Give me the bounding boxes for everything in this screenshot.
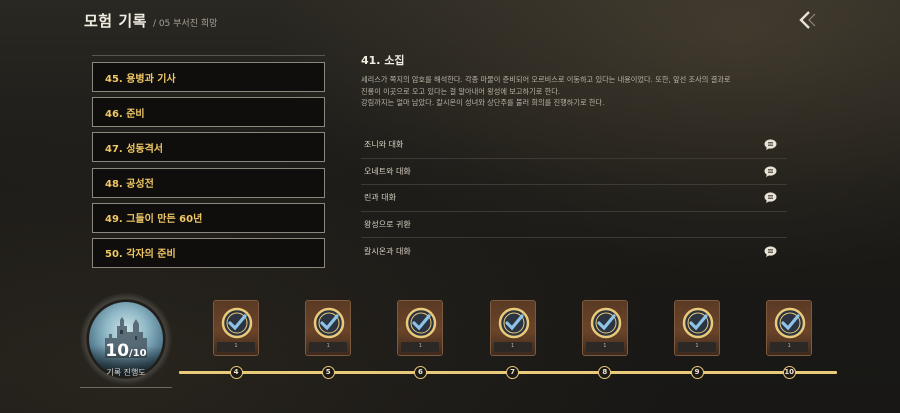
quest-item[interactable]: 조니와 대화 [361, 132, 787, 159]
chapter-label: 49. 그들이 만든 60년 [105, 214, 203, 226]
chapter-item[interactable]: 50. 각자의 준비 [92, 237, 325, 268]
checkmark-badge-icon [590, 307, 622, 339]
card-caption-bar: 1 [770, 342, 809, 352]
checkmark-badge-icon [498, 307, 529, 339]
milestone-card[interactable]: 1 [397, 300, 444, 356]
checkmark-badge-icon [221, 307, 253, 339]
quest-item[interactable]: 린과 대화 [361, 185, 787, 212]
progress-current: 10 [105, 341, 130, 361]
card-caption-bar: 1 [217, 342, 255, 352]
checkmark-badge-icon [774, 307, 806, 339]
quest-item[interactable]: 오네트와 대화 [361, 159, 787, 185]
card-caption-bar: 1 [493, 342, 532, 352]
description-line: 강림까지는 얼마 남았다. 칼시온이 성녀와 상단주를 불러 회의를 진행하기로… [361, 98, 605, 107]
card-caption: 1 [418, 343, 422, 349]
checkmark-badge-icon [682, 307, 714, 339]
page-title: 모험 기록 [84, 12, 147, 30]
chapter-item[interactable]: 47. 성동격서 [92, 132, 325, 163]
timeline-node[interactable]: 10 [782, 366, 796, 379]
chapter-item[interactable]: 45. 용병과 기사 [92, 62, 325, 92]
header: 모험 기록 / 05 부서진 희망 [84, 10, 217, 31]
detail-description: 세리스가 쪽지의 암호를 해석한다. 각종 마물이 준비되어 오르비스로 이동하… [361, 74, 791, 109]
chat-bubble-icon[interactable] [764, 139, 777, 151]
quest-item[interactable]: 칼시온과 대화 [361, 238, 787, 265]
chapter-item[interactable]: 48. 공성전 [92, 167, 325, 198]
checkmark-badge-icon [406, 307, 437, 339]
milestone-card[interactable]: 1 [489, 300, 536, 356]
chapter-item[interactable]: 49. 그들이 만든 60년 [92, 202, 325, 233]
card-caption: 1 [326, 343, 330, 349]
milestone-card[interactable]: 1 [581, 300, 628, 356]
card-caption-bar: 1 [401, 342, 440, 352]
chapter-item[interactable]: 46. 준비 [92, 97, 325, 128]
card-caption: 1 [603, 343, 607, 349]
detail-title: 41. 소집 [361, 54, 405, 67]
chapter-label: 47. 성동격서 [105, 143, 163, 155]
progress-count: 10/10 [80, 341, 172, 361]
chapter-detail: 41. 소집 세리스가 쪽지의 암호를 해석한다. 각종 마물이 준비되어 오르… [361, 52, 791, 109]
breadcrumb: / 05 부서진 희망 [152, 19, 218, 29]
progress-label: 기록 진행도 [106, 368, 146, 377]
timeline-node[interactable]: 4 [229, 366, 243, 379]
quest-label: 조니와 대화 [364, 140, 404, 150]
card-caption-bar: 1 [585, 342, 624, 352]
timeline-node[interactable]: 5 [321, 366, 335, 379]
record-progress: 10/10 기록 진행도 [80, 293, 172, 385]
chapter-label: 48. 공성전 [105, 179, 154, 191]
progress-total: /10 [129, 348, 147, 359]
chapter-list: 45. 용병과 기사 46. 준비 47. 성동격서 48. 공성전 49. 그… [92, 62, 325, 273]
chat-bubble-icon[interactable] [764, 166, 777, 177]
card-caption-bar: 1 [309, 342, 348, 352]
chapter-label: 46. 준비 [105, 108, 145, 120]
chapter-label: 45. 용병과 기사 [105, 73, 176, 85]
description-line: 세리스가 쪽지의 암호를 해석한다. 각종 마물이 준비되어 오르비스로 이동하… [361, 75, 731, 84]
divider [80, 387, 172, 388]
card-caption: 1 [234, 343, 238, 349]
card-caption: 1 [787, 343, 791, 349]
chapter-label: 50. 각자의 준비 [105, 249, 176, 261]
timeline-node[interactable]: 7 [506, 366, 520, 379]
card-caption: 1 [695, 343, 699, 349]
timeline-node[interactable]: 6 [413, 366, 427, 379]
milestone-card[interactable]: 1 [213, 300, 259, 356]
quest-list: 조니와 대화 오네트와 대화 린과 대화 왕성으로 귀환 칼시온과 대화 [361, 132, 787, 265]
back-button[interactable] [798, 9, 824, 31]
quest-label: 칼시온과 대화 [364, 246, 411, 256]
quest-label: 왕성으로 귀환 [364, 219, 411, 229]
milestone-card[interactable]: 1 [674, 300, 720, 356]
chat-bubble-icon[interactable] [764, 192, 777, 204]
milestone-card[interactable]: 1 [766, 300, 813, 356]
quest-item[interactable]: 왕성으로 귀환 [361, 212, 787, 238]
divider [92, 55, 325, 56]
progress-emblem [89, 302, 163, 376]
quest-label: 오네트와 대화 [364, 166, 411, 176]
milestone-card[interactable]: 1 [305, 300, 352, 356]
card-caption: 1 [511, 343, 515, 349]
timeline-node[interactable]: 8 [598, 366, 612, 379]
checkmark-badge-icon [313, 307, 345, 339]
card-caption-bar: 1 [678, 342, 716, 352]
chat-bubble-icon[interactable] [764, 246, 777, 257]
timeline-node[interactable]: 9 [690, 366, 704, 379]
quest-label: 린과 대화 [364, 193, 396, 203]
back-arrow-icon [799, 11, 816, 29]
description-line: 진룡이 이곳으로 오고 있다는 걸 알아내어 왕성에 보고하기로 한다. [361, 86, 561, 96]
